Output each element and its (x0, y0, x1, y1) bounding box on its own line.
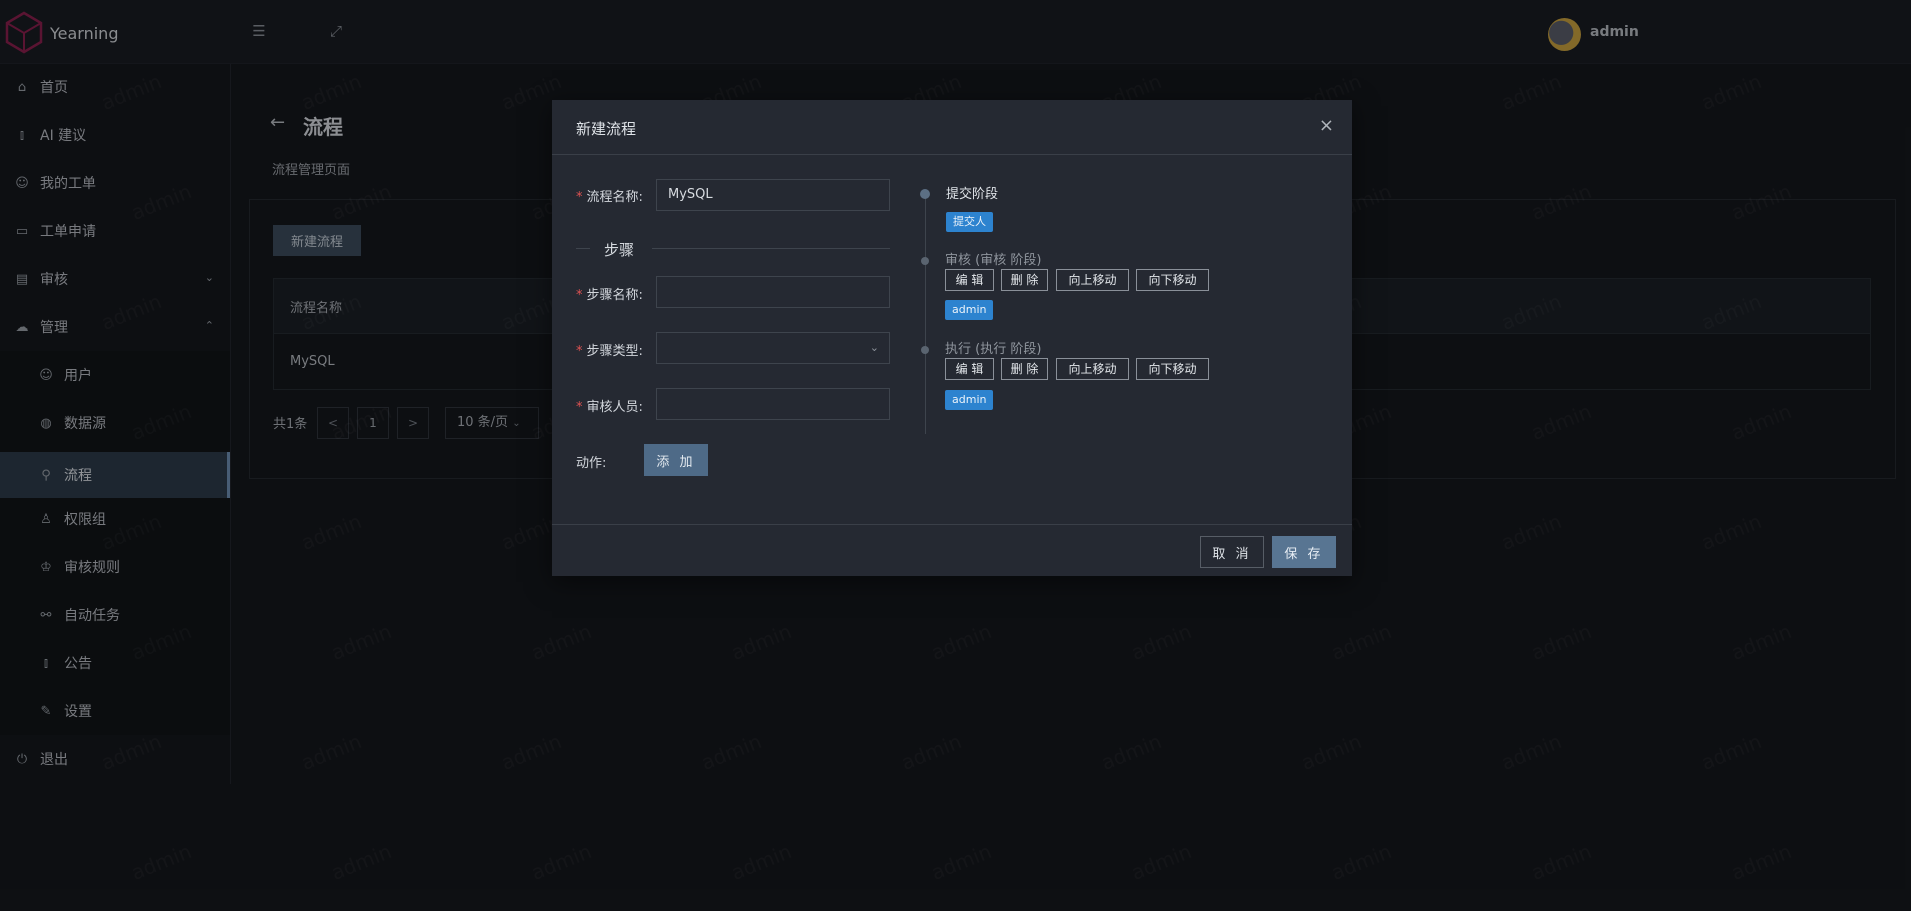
timeline-dot (921, 346, 929, 354)
execute-edit-button[interactable]: 编 辑 (945, 358, 994, 380)
modal-footer: 取 消 保 存 (552, 524, 1352, 576)
step-name-label-text: 步骤名称: (586, 288, 643, 303)
divider (652, 248, 890, 249)
modal-title: 新建流程 (576, 120, 637, 138)
steps-divider-label: 步骤 (604, 241, 635, 259)
auditor-label-text: 审核人员: (586, 400, 643, 415)
audit-move-down-button[interactable]: 向下移动 (1136, 269, 1209, 291)
timeline-dot (921, 257, 929, 265)
save-button[interactable]: 保 存 (1272, 536, 1336, 568)
new-flow-modal: 新建流程 × * 流程名称: MySQL 步骤 * 步骤名称: * 步骤类型: ⌄ *… (552, 100, 1352, 576)
audit-delete-button[interactable]: 删 除 (1001, 269, 1048, 291)
timeline-dot (920, 189, 930, 199)
auditor-input[interactable] (656, 388, 890, 420)
timeline-execute-title: 执行 (执行 阶段) (945, 342, 1042, 357)
execute-user-tag: admin (945, 390, 994, 410)
action-label: 动作: (576, 456, 607, 471)
execute-move-up-button[interactable]: 向上移动 (1056, 358, 1129, 380)
step-name-input[interactable] (656, 276, 890, 308)
execute-delete-button[interactable]: 删 除 (1001, 358, 1048, 380)
add-step-button[interactable]: 添 加 (644, 444, 708, 476)
cancel-button[interactable]: 取 消 (1200, 536, 1264, 568)
step-name-label: * 步骤名称: (576, 288, 643, 303)
modal-header: 新建流程 × (552, 100, 1352, 155)
timeline-audit-title: 审核 (审核 阶段) (945, 253, 1042, 268)
step-type-label: * 步骤类型: (576, 344, 643, 359)
audit-user-tag: admin (945, 300, 994, 320)
step-type-select[interactable]: ⌄ (656, 332, 890, 364)
divider (576, 248, 590, 249)
step-type-label-text: 步骤类型: (586, 344, 643, 359)
flow-name-label-text: 流程名称: (586, 190, 643, 205)
auditor-label: * 审核人员: (576, 400, 643, 415)
chevron-down-icon: ⌄ (869, 341, 879, 354)
flow-name-input[interactable]: MySQL (656, 179, 890, 211)
audit-move-up-button[interactable]: 向上移动 (1056, 269, 1129, 291)
timeline-line (925, 197, 926, 434)
audit-edit-button[interactable]: 编 辑 (945, 269, 994, 291)
submitter-tag: 提交人 (946, 212, 993, 232)
execute-move-down-button[interactable]: 向下移动 (1136, 358, 1209, 380)
close-icon[interactable]: × (1319, 115, 1334, 136)
flow-name-label: * 流程名称: (576, 190, 643, 205)
timeline-submit-title: 提交阶段 (946, 187, 999, 202)
